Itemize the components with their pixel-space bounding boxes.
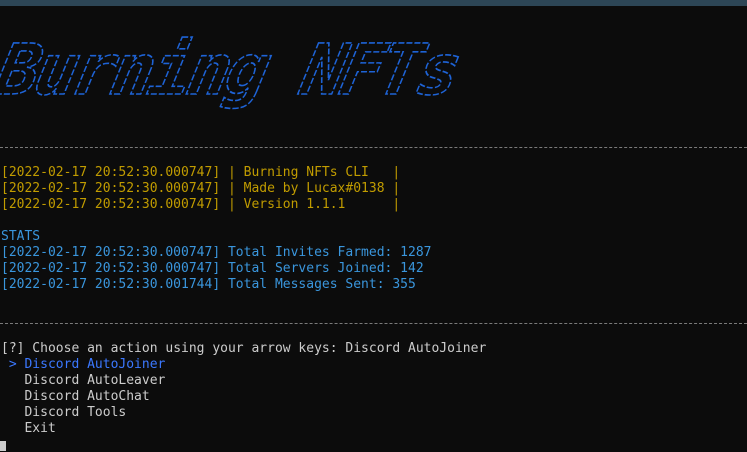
timestamp: [2022-02-17 20:52:30.000747] (1, 181, 221, 196)
menu-item-label: Exit (24, 421, 56, 436)
menu-item-label: Discord AutoLeaver (24, 373, 166, 388)
timestamp: [2022-02-17 20:52:30.000747] (1, 197, 221, 212)
info-line: [2022-02-17 20:52:30.000747] | Made by L… (1, 181, 400, 197)
timestamp: [2022-02-17 20:52:30.001744] (1, 277, 221, 292)
menu-pointer: > (1, 357, 25, 372)
stats-line: [2022-02-17 20:52:30.001744] Total Messa… (1, 277, 416, 293)
stats-line: [2022-02-17 20:52:30.000747] Total Invit… (1, 245, 431, 261)
stats-heading: STATS (1, 229, 41, 244)
timestamp: [2022-02-17 20:52:30.000747] (1, 165, 221, 180)
stat-text: Total Servers Joined: 142 (220, 261, 424, 276)
divider-bottom (0, 323, 747, 325)
info-text: | Version 1.1.1 | (220, 197, 401, 212)
timestamp: [2022-02-17 20:52:30.000747] (1, 245, 221, 260)
menu-item-discord-autoleaver[interactable]: Discord AutoLeaver (1, 373, 165, 389)
menu-item-label: Discord Tools (24, 405, 127, 420)
prompt-line: [?] Choose an action using your arrow ke… (1, 341, 486, 357)
banner-logo: Burning NFTs (0, 28, 466, 112)
info-text: | Made by Lucax#0138 | (220, 181, 401, 196)
menu-item-label: Discord AutoChat (24, 389, 150, 404)
menu-item-discord-autochat[interactable]: Discord AutoChat (1, 389, 150, 405)
prompt-marker: [?] (1, 341, 25, 356)
divider-top (0, 147, 747, 149)
menu-item-discord-autojoiner[interactable]: > Discord AutoJoiner (1, 357, 166, 373)
menu-item-exit[interactable]: Exit (1, 421, 56, 437)
stat-text: Total Invites Farmed: 1287 (220, 245, 432, 260)
window-title-strip (0, 0, 747, 6)
menu-item-discord-tools[interactable]: Discord Tools (1, 405, 126, 421)
text-cursor (0, 441, 6, 451)
info-line: [2022-02-17 20:52:30.000747] | Version 1… (1, 197, 400, 213)
prompt-answer: Discord AutoJoiner (345, 341, 487, 356)
prompt-question: Choose an action using your arrow keys: (24, 341, 346, 356)
banner-logo-text: Burning NFTs (0, 29, 465, 111)
timestamp: [2022-02-17 20:52:30.000747] (1, 261, 221, 276)
info-line: [2022-02-17 20:52:30.000747] | Burning N… (1, 165, 400, 181)
info-text: | Burning NFTs CLI | (220, 165, 401, 180)
stats-line: [2022-02-17 20:52:30.000747] Total Serve… (1, 261, 424, 277)
menu-item-label: Discord AutoJoiner (24, 357, 166, 372)
stat-text: Total Messages Sent: 355 (220, 277, 416, 292)
